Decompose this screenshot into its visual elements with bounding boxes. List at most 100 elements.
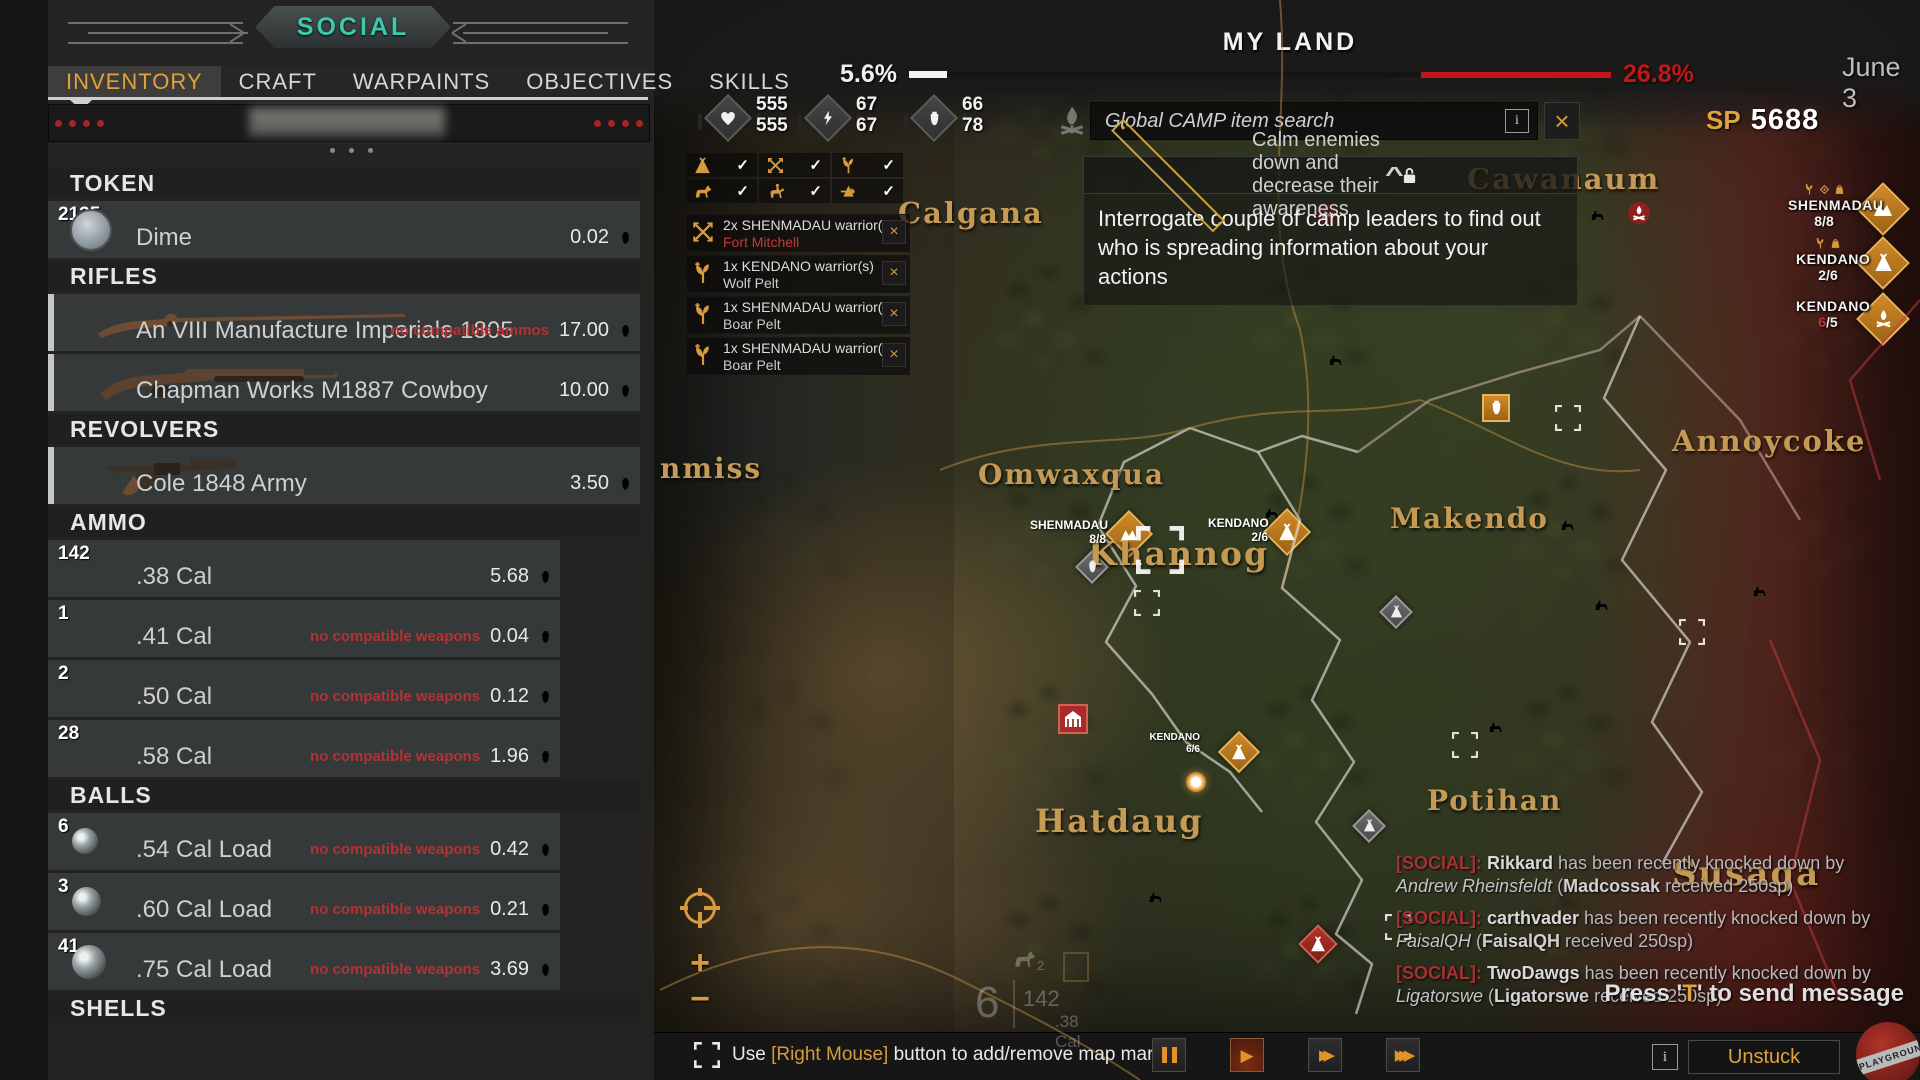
- filter-camps-button[interactable]: ✓: [686, 153, 757, 177]
- warrior-tracking-list: 2x SHENMADAU warrior(s) Fort Mitchell × …: [686, 214, 910, 378]
- bag-icon: [1834, 184, 1845, 195]
- inventory-row-dime[interactable]: 2135 Dime 0.02: [48, 201, 640, 258]
- center-on-player-button[interactable]: [684, 892, 716, 924]
- nameplate-dots-left: [55, 120, 104, 127]
- item-warning: no compatible ammos: [391, 322, 549, 339]
- quest-tooltip: Calm enemies down and decrease their awa…: [1083, 156, 1578, 306]
- enemy-campfire-marker[interactable]: [1628, 202, 1650, 224]
- map-frame-marker[interactable]: [1134, 590, 1160, 616]
- item-count: 28: [58, 723, 79, 745]
- tents-icon: [1112, 517, 1146, 551]
- map-filter-grid: ✓ ✓ ✓ ✓ ✓ ✓: [686, 153, 903, 203]
- crossed-arrows-icon: [692, 221, 714, 243]
- inventory-row-60load[interactable]: 3 .60 Cal Load no compatible weapons0.21: [48, 873, 560, 930]
- inventory-row-41cal[interactable]: 1 .41 Cal no compatible weapons0.04: [48, 600, 560, 657]
- scroll-indicator-dots: [330, 148, 373, 153]
- remove-tracking-button[interactable]: ×: [882, 343, 906, 367]
- faction-badge-kendano[interactable]: KENDANO 2/6: [1796, 238, 1860, 283]
- item-weight: 0.02: [570, 226, 609, 249]
- fort-marker[interactable]: [1058, 704, 1088, 734]
- inventory-row-58cal[interactable]: 28 .58 Cal no compatible weapons1.96: [48, 720, 560, 777]
- marker-brackets-icon: [694, 1042, 720, 1068]
- enemy-progress-fill: [1421, 72, 1611, 78]
- total-ammo-count: 142: [1023, 986, 1060, 1012]
- watermark-label: PLAYGROUND: [1856, 1033, 1920, 1079]
- faction-badge-shenmadau[interactable]: SHENMADAU 8/8: [1788, 184, 1860, 229]
- inventory-row-75load[interactable]: 41 .75 Cal Load no compatible weapons3.6…: [48, 933, 560, 990]
- search-info-button[interactable]: i: [1505, 109, 1529, 133]
- inventory-row-50cal[interactable]: 2 .50 Cal no compatible weapons0.12: [48, 660, 560, 717]
- tab-skills[interactable]: SKILLS: [691, 66, 808, 98]
- warrior-entry[interactable]: 2x SHENMADAU warrior(s) Fort Mitchell ×: [686, 214, 910, 252]
- section-header-shells: SHELLS: [48, 993, 640, 1023]
- faction-badge-kendano-2[interactable]: KENDANO 6/5: [1796, 298, 1860, 330]
- energy-values: 6767: [856, 94, 877, 136]
- map-frame-marker[interactable]: [1679, 619, 1705, 645]
- chat-message: [SOCIAL]: Rikkard has been recently knoc…: [1396, 852, 1904, 898]
- inventory-row-revolver-cole[interactable]: Cole 1848 Army 3.50: [48, 447, 640, 504]
- check-icon: ✓: [882, 156, 895, 174]
- player-nameplate: [48, 104, 650, 142]
- inventory-row-54load[interactable]: 6 .54 Cal Load no compatible weapons0.42: [48, 813, 560, 870]
- filter-warriors-button[interactable]: ✓: [759, 153, 830, 177]
- map-frame-marker[interactable]: [1555, 405, 1581, 431]
- search-close-button[interactable]: ×: [1544, 102, 1580, 140]
- inventory-row-rifle-imperiale[interactable]: An VIII Manufacture Imperiale 1805 no co…: [48, 294, 640, 351]
- filter-herbs-button[interactable]: ✓: [832, 153, 903, 177]
- pause-button[interactable]: [1152, 1038, 1186, 1072]
- unstuck-button[interactable]: Unstuck: [1688, 1040, 1840, 1074]
- cartridge-icon: [78, 667, 93, 711]
- tab-underline: [48, 97, 648, 100]
- map-label-omwaxqua: Omwaxqua: [978, 458, 1165, 491]
- weight-jug-icon: [927, 110, 942, 127]
- inventory-list: TOKEN 2135 Dime 0.02 RIFLES An VIII Manu…: [48, 168, 648, 1026]
- faction-name: KENDANO: [1796, 251, 1860, 267]
- nameplate-dots-right: [594, 120, 643, 127]
- zoom-out-button[interactable]: −: [680, 980, 720, 1019]
- item-name: .50 Cal: [136, 683, 212, 711]
- remove-tracking-button[interactable]: ×: [882, 261, 906, 285]
- item-count: 6: [58, 816, 69, 838]
- warrior-entry[interactable]: 1x KENDANO warrior(s) Wolf Pelt ×: [686, 255, 910, 293]
- play-button[interactable]: ▶: [1230, 1038, 1264, 1072]
- filter-raids-button[interactable]: ✓: [832, 179, 903, 203]
- camp-search-icon: [1052, 100, 1092, 140]
- warrior-entry[interactable]: 1x SHENMADAU warrior(s) Boar Pelt ×: [686, 337, 910, 375]
- filter-horses-button[interactable]: ✓: [686, 179, 757, 203]
- unstuck-info-button[interactable]: i: [1652, 1044, 1678, 1070]
- fastest-forward-button[interactable]: ▶▶▶: [1386, 1038, 1420, 1072]
- remove-tracking-button[interactable]: ×: [882, 302, 906, 326]
- tipi-icon: [1224, 737, 1254, 767]
- ball-icon: [72, 945, 106, 979]
- warrior-line1: 1x KENDANO warrior(s): [723, 258, 905, 275]
- fast-forward-button[interactable]: ▶▶: [1308, 1038, 1342, 1072]
- item-weight: 0.12: [490, 685, 529, 708]
- inventory-row-38cal[interactable]: 142 .38 Cal 5.68: [48, 540, 560, 597]
- tab-craft[interactable]: CRAFT: [221, 66, 335, 98]
- supply-marker[interactable]: [1482, 394, 1510, 422]
- item-warning: no compatible weapons: [310, 961, 480, 978]
- warrior-entry[interactable]: 1x SHENMADAU warrior(s) Boar Pelt ×: [686, 296, 910, 334]
- player-position-marker: [1186, 772, 1206, 792]
- quest-title-row[interactable]: Calm enemies down and decrease their awa…: [1083, 156, 1578, 194]
- horse-icon: [694, 184, 713, 199]
- health-stat: [706, 96, 752, 142]
- weight-icon: [619, 323, 632, 339]
- remove-tracking-button[interactable]: ×: [882, 220, 906, 244]
- chevron-up-icon[interactable]: ^: [1385, 164, 1609, 187]
- horse-icon: [1013, 950, 1037, 968]
- weight-icon: [619, 383, 632, 399]
- tab-objectives[interactable]: OBJECTIVES: [508, 66, 691, 98]
- item-name: Dime: [136, 224, 192, 252]
- tab-warpaints[interactable]: WARPAINTS: [335, 66, 508, 98]
- filter-riders-button[interactable]: ✓: [759, 179, 830, 203]
- zoom-in-button[interactable]: +: [680, 944, 720, 983]
- coin-icon: [70, 209, 112, 251]
- item-weight: 0.04: [490, 625, 529, 648]
- map-frame-marker[interactable]: [1452, 732, 1478, 758]
- tab-inventory[interactable]: INVENTORY: [48, 66, 221, 98]
- inventory-row-rifle-m1887[interactable]: Chapman Works M1887 Cowboy 10.00: [48, 354, 640, 411]
- plant-icon: [692, 262, 714, 284]
- check-icon: ✓: [882, 182, 895, 200]
- sp-label: SP: [1706, 105, 1741, 136]
